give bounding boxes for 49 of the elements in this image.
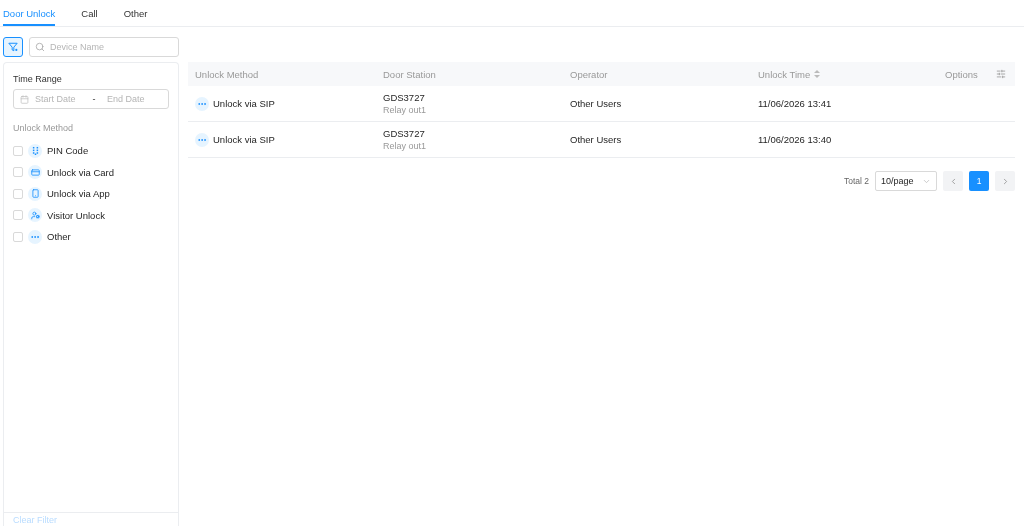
- total-count: Total 2: [843, 176, 869, 186]
- ellipsis-icon: [28, 229, 42, 244]
- filter-toggle-button[interactable]: [3, 37, 23, 57]
- table-cell: Relay out1: [383, 140, 427, 152]
- date-range-field[interactable]: Start Date - End Date: [13, 89, 169, 109]
- end-date-input[interactable]: End Date: [107, 94, 153, 104]
- column-header: Options: [945, 68, 978, 80]
- previous-page-button[interactable]: [943, 171, 963, 191]
- checkbox[interactable]: [13, 167, 23, 178]
- table-cell: GDS3727: [383, 91, 425, 103]
- option-label: Unlock via Card: [47, 166, 115, 178]
- table-cell: Other Users: [570, 134, 622, 145]
- ellipsis-icon: [195, 96, 209, 111]
- keypad-icon: [28, 143, 42, 158]
- ellipsis-icon: [195, 132, 209, 147]
- option-label: Visitor Unlock: [47, 209, 105, 221]
- section-label: Unlock Method: [13, 122, 75, 134]
- user-gear-icon: [28, 208, 42, 223]
- option-label: Other: [47, 231, 71, 243]
- calendar-icon: [20, 94, 29, 104]
- table-cell: Relay out1: [383, 104, 427, 116]
- phone-icon: [28, 186, 42, 201]
- search-icon: [35, 42, 45, 52]
- card-icon: [28, 165, 42, 180]
- search-field[interactable]: Device Name: [29, 37, 179, 57]
- checkbox[interactable]: [13, 188, 23, 199]
- filter-icon: [8, 42, 18, 52]
- sort-icon: [814, 70, 821, 78]
- table-cell: Unlock via SIP: [213, 98, 275, 109]
- option-label: Unlock via App: [47, 188, 110, 200]
- checkbox[interactable]: [13, 145, 23, 156]
- tab[interactable]: Other: [123, 0, 148, 26]
- section-label: Time Range: [13, 73, 63, 85]
- column-header: Door Station: [383, 68, 436, 80]
- checkbox[interactable]: [13, 231, 23, 242]
- start-date-input[interactable]: Start Date: [35, 94, 81, 104]
- tab[interactable]: Call: [81, 0, 98, 26]
- page-size-select[interactable]: 10/page: [875, 171, 937, 191]
- option-label: PIN Code: [47, 145, 89, 157]
- next-page-button[interactable]: [995, 171, 1015, 191]
- table-cell: Unlock via SIP: [213, 134, 275, 145]
- column-header: Unlock Method: [195, 68, 259, 80]
- table-cell: 11/06/2026 13:40: [758, 134, 832, 145]
- table-cell: Other Users: [570, 98, 622, 109]
- column-header: Operator: [570, 68, 608, 80]
- checkbox[interactable]: [13, 210, 23, 221]
- table-cell: 11/06/2026 13:41: [758, 98, 832, 109]
- table-cell: GDS3727: [383, 127, 425, 139]
- settings-icon[interactable]: [996, 69, 1006, 79]
